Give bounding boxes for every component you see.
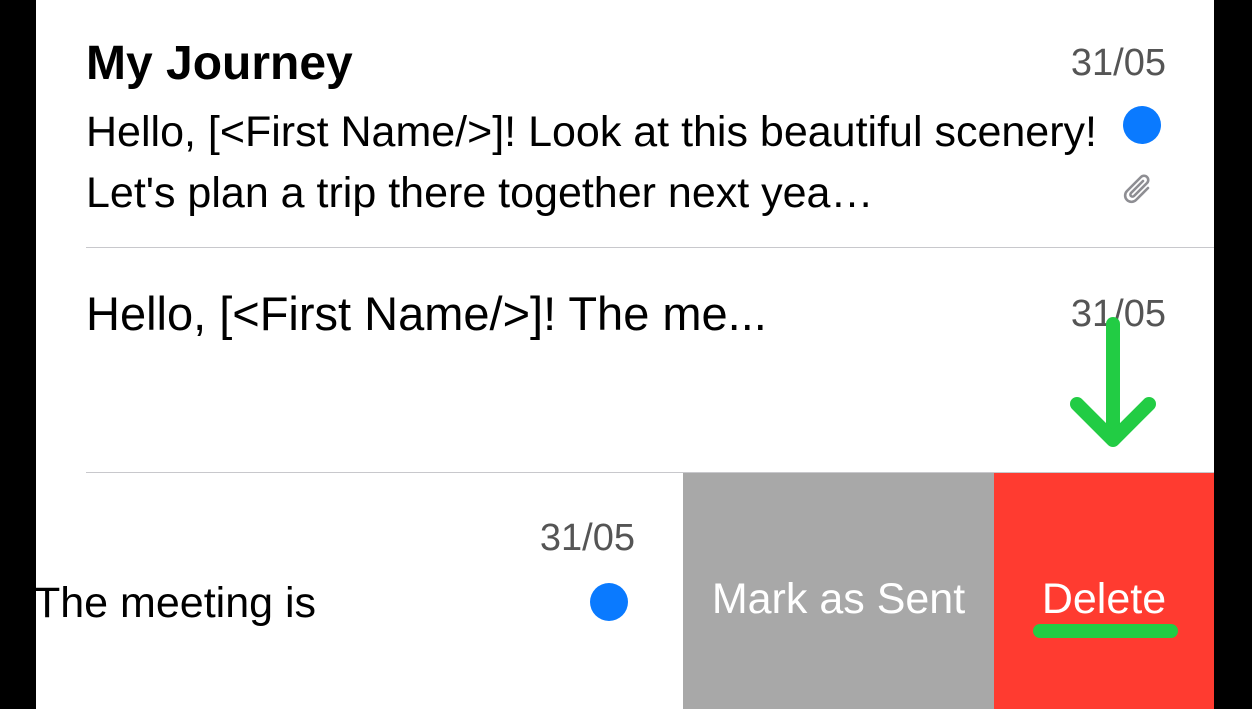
unread-dot-icon [590,583,628,621]
message-row-swiped[interactable]: 31/05 The meeting is [36,473,683,709]
message-preview: Hello, [<First Name/>]! The me... [86,287,767,340]
delete-button[interactable]: Delete [994,473,1214,709]
down-arrow-icon [1070,317,1156,447]
message-date: 31/05 [1070,42,1166,84]
message-title: My Journey [86,37,353,90]
delete-underline-annotation [1033,624,1178,638]
message-date: 31/05 [539,517,635,559]
message-preview: The meeting is [36,579,317,627]
unread-dot-icon [1123,106,1161,144]
message-preview: Hello, [<First Name/>]! Look at this bea… [86,108,1097,217]
row-divider [86,247,1214,248]
delete-label: Delete [1041,574,1167,623]
mark-as-sent-button[interactable]: Mark as Sent [683,473,994,709]
paperclip-icon [1123,174,1150,204]
message-list: My Journey 31/05 Hello, [<First Name/>]!… [36,0,1214,709]
mark-as-sent-label: Mark as Sent [711,574,966,623]
